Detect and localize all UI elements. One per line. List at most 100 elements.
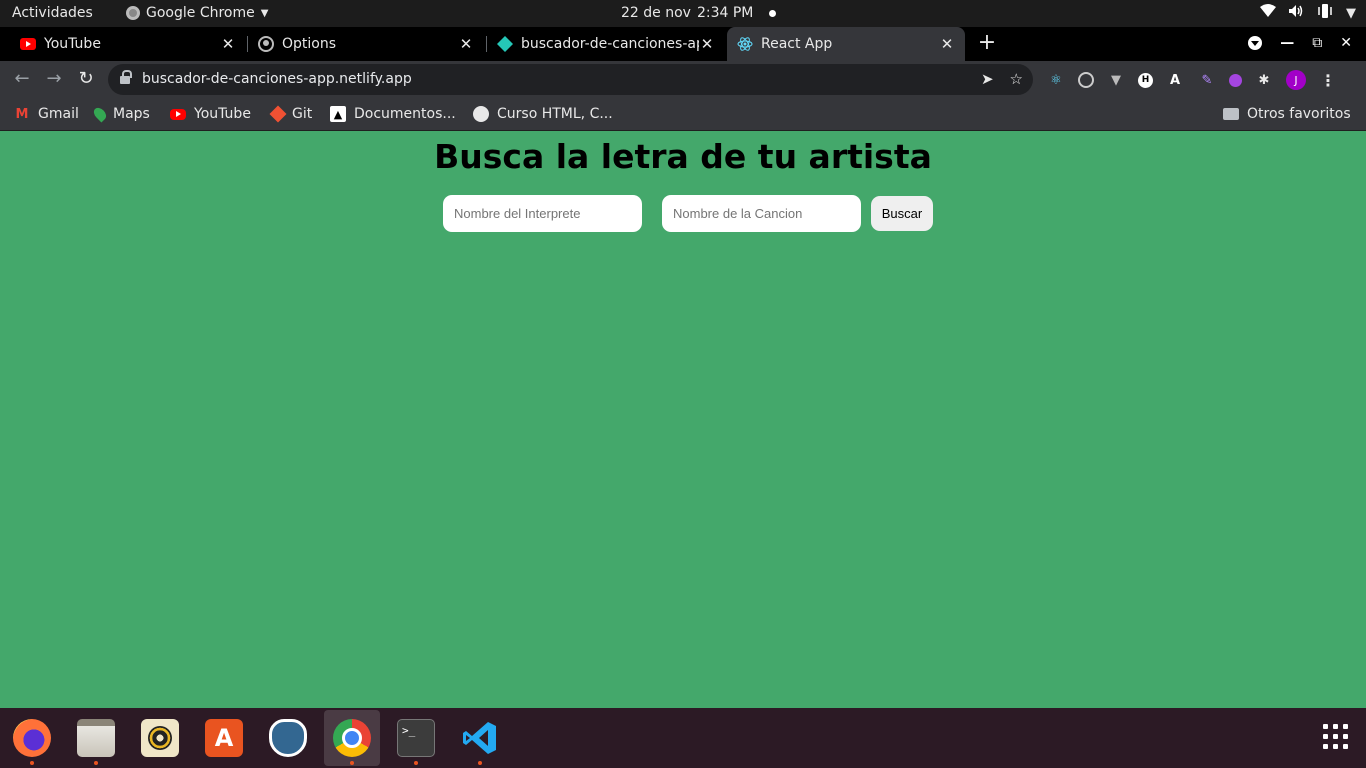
send-tab-icon[interactable]: ➤ (981, 70, 994, 88)
minimize-button[interactable]: — (1280, 35, 1294, 51)
system-tray[interactable]: ▼ (1260, 4, 1356, 22)
dock-terminal[interactable]: >_ (388, 710, 444, 766)
extensions-puzzle-icon[interactable]: ✱ (1254, 70, 1274, 90)
close-tab-icon[interactable]: ✕ (939, 35, 955, 53)
bookmark-label: Gmail (38, 106, 79, 122)
maps-icon (91, 105, 109, 123)
app-menu-label: Google Chrome (146, 5, 255, 21)
bookmark-git[interactable]: Git (269, 104, 313, 124)
extensions-area: ⚛ ▼ H A ✎ ✱ J ⋮ (1046, 70, 1338, 90)
browser-toolbar: ← → ↻ buscador-de-canciones-app.netlify.… (0, 61, 1366, 98)
tab-title: buscador-de-canciones-ap (521, 36, 699, 52)
tab-title: Options (282, 36, 337, 52)
activities-button[interactable]: Actividades (12, 5, 93, 21)
document-icon: ▲ (330, 106, 346, 122)
angular-devtools-icon[interactable]: A (1165, 70, 1185, 90)
bookmark-label: Maps (113, 106, 150, 122)
rhythmbox-icon (141, 719, 179, 757)
chrome-icon (333, 719, 371, 757)
terminal-icon: >_ (397, 719, 435, 757)
dock-software-store[interactable]: A (196, 710, 252, 766)
profile-avatar[interactable]: J (1286, 70, 1306, 90)
tab-youtube[interactable]: YouTube ✕ (12, 27, 244, 61)
bookmark-label: Git (292, 106, 313, 122)
new-tab-button[interactable]: + (977, 32, 997, 54)
vscode-icon (461, 719, 499, 757)
running-indicator (478, 761, 482, 765)
close-tab-icon[interactable]: ✕ (699, 35, 715, 53)
search-button[interactable]: Buscar (871, 196, 933, 231)
files-icon (77, 719, 115, 757)
dock-pgadmin[interactable] (260, 710, 316, 766)
system-top-bar: Actividades Google Chrome ▼ 22 de nov 2:… (0, 0, 1366, 27)
clock-time: 2:34 PM (696, 5, 754, 21)
tab-title: YouTube (44, 36, 101, 52)
purple-extension-icon[interactable] (1229, 73, 1242, 87)
tab-search-icon[interactable] (1248, 36, 1263, 50)
song-input[interactable] (662, 195, 861, 232)
bookmark-label: Documentos... (354, 106, 456, 122)
bookmark-gmail[interactable]: M Gmail (14, 104, 79, 124)
other-bookmarks-label: Otros favoritos (1247, 106, 1351, 122)
wifi-icon (1260, 4, 1276, 22)
target-extension-icon[interactable] (1078, 72, 1094, 88)
forward-button[interactable]: → (44, 69, 64, 89)
youtube-icon (170, 108, 186, 120)
close-tab-icon[interactable]: ✕ (458, 35, 474, 53)
bookmark-maps[interactable]: Maps (91, 104, 150, 124)
chrome-menu-icon[interactable]: ⋮ (1318, 70, 1338, 90)
tab-options[interactable]: Options ✕ (250, 27, 482, 61)
tab-buscador[interactable]: buscador-de-canciones-ap ✕ (489, 27, 723, 61)
gmail-icon: M (15, 106, 29, 122)
dock-chrome[interactable] (324, 710, 380, 766)
react-icon (737, 36, 753, 52)
vibration-icon (1316, 4, 1334, 22)
bookmark-curso[interactable]: Curso HTML, C... (473, 104, 613, 124)
dock: A >_ (0, 708, 1366, 768)
app-menu[interactable]: Google Chrome ▼ (126, 5, 268, 21)
maximize-button[interactable]: ⧉ (1312, 35, 1322, 51)
color-picker-icon[interactable]: ✎ (1197, 70, 1217, 90)
address-bar[interactable]: buscador-de-canciones-app.netlify.app ➤ … (108, 64, 1033, 95)
dock-vscode[interactable] (452, 710, 508, 766)
reload-button[interactable]: ↻ (76, 69, 96, 89)
notification-dot-icon (769, 9, 777, 17)
running-indicator (94, 761, 98, 765)
window-controls: — ⧉ ✕ (1248, 35, 1352, 51)
url-text[interactable]: buscador-de-canciones-app.netlify.app (142, 71, 412, 87)
extension-h-icon[interactable]: H (1138, 72, 1153, 88)
bookmark-label: Curso HTML, C... (497, 106, 613, 122)
react-devtools-icon[interactable]: ⚛ (1046, 70, 1066, 90)
tab-react-app[interactable]: React App ✕ (727, 27, 965, 61)
bookmark-star-icon[interactable]: ☆ (1010, 70, 1023, 88)
vue-devtools-icon[interactable]: ▼ (1106, 70, 1126, 90)
tab-separator (486, 36, 487, 52)
back-button[interactable]: ← (12, 69, 32, 89)
firefox-icon (13, 719, 51, 757)
dock-files[interactable] (68, 710, 124, 766)
show-applications-grid-icon[interactable] (1323, 724, 1348, 749)
bookmark-documentos[interactable]: ▲ Documentos... (330, 104, 456, 124)
github-icon (258, 36, 274, 52)
bookmark-youtube[interactable]: YouTube (170, 104, 251, 124)
lock-icon[interactable] (120, 70, 132, 85)
running-indicator (30, 761, 34, 765)
close-window-button[interactable]: ✕ (1340, 35, 1352, 51)
close-tab-icon[interactable]: ✕ (220, 35, 236, 53)
dock-firefox[interactable] (4, 710, 60, 766)
volume-icon (1288, 4, 1304, 22)
bookmark-label: YouTube (194, 106, 251, 122)
page-heading: Busca la letra de tu artista (434, 137, 932, 176)
tab-separator (247, 36, 248, 52)
clock[interactable]: 22 de nov 2:34 PM (621, 5, 777, 21)
running-indicator (414, 761, 418, 765)
other-bookmarks-folder[interactable]: Otros favoritos (1223, 104, 1351, 124)
dock-rhythmbox[interactable] (132, 710, 188, 766)
postgresql-elephant-icon (269, 719, 307, 757)
caret-down-icon: ▼ (260, 7, 269, 19)
tab-title: React App (761, 36, 833, 52)
folder-icon (1223, 108, 1239, 120)
bookmarks-bar: M Gmail Maps YouTube Git ▲ Documentos...… (0, 98, 1366, 131)
artist-input[interactable] (443, 195, 642, 232)
netlify-icon (497, 36, 513, 52)
